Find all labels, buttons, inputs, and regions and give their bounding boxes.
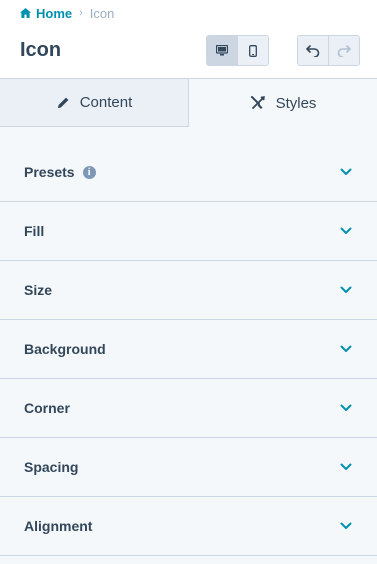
chevron-down-icon xyxy=(339,462,353,472)
redo-button[interactable] xyxy=(328,36,359,65)
section-fill[interactable]: Fill xyxy=(0,202,377,261)
section-label: Fill xyxy=(24,223,45,239)
mobile-view-button[interactable] xyxy=(237,36,268,65)
undo-button[interactable] xyxy=(298,36,328,65)
history-controls xyxy=(297,35,360,66)
breadcrumb: Home › Icon xyxy=(20,5,115,21)
section-spacing[interactable]: Spacing xyxy=(0,438,377,497)
tab-content-label: Content xyxy=(79,94,133,111)
redo-icon xyxy=(337,44,351,57)
chevron-right-icon: › xyxy=(79,7,83,19)
section-alignment[interactable]: Alignment xyxy=(0,497,377,556)
section-size[interactable]: Size xyxy=(0,261,377,320)
tab-content[interactable]: Content xyxy=(0,79,189,127)
brush-icon xyxy=(250,96,265,109)
breadcrumb-home-link[interactable]: Home xyxy=(20,6,72,21)
chevron-down-icon xyxy=(339,403,353,413)
breadcrumb-current: Icon xyxy=(89,5,115,21)
section-label: Alignment xyxy=(24,518,93,534)
chevron-down-icon xyxy=(339,285,353,295)
section-corner[interactable]: Corner xyxy=(0,379,377,438)
chevron-down-icon xyxy=(339,226,353,236)
tab-styles-label: Styles xyxy=(275,94,317,112)
style-sections: Presets i Fill Size Background Corner Sp… xyxy=(0,143,377,556)
chevron-down-icon xyxy=(339,521,353,531)
desktop-view-button[interactable] xyxy=(207,36,237,65)
info-icon[interactable]: i xyxy=(82,165,96,179)
page-title: Icon xyxy=(20,39,62,61)
chevron-down-icon xyxy=(339,167,353,177)
home-icon xyxy=(20,8,31,18)
section-label: Background xyxy=(24,341,106,357)
tab-styles[interactable]: Styles xyxy=(189,79,377,127)
undo-icon xyxy=(306,44,320,57)
editor-header: Home › Icon Icon xyxy=(0,0,377,78)
section-label: Size xyxy=(24,282,53,298)
sidebar-tabs: Content Styles xyxy=(0,78,377,127)
breadcrumb-home-label: Home xyxy=(36,5,73,21)
mobile-icon xyxy=(249,44,257,57)
section-label: Corner xyxy=(24,400,70,416)
section-label: Spacing xyxy=(24,459,79,475)
desktop-icon xyxy=(216,45,228,56)
section-presets[interactable]: Presets i xyxy=(0,143,377,202)
device-toggle xyxy=(206,35,269,66)
pencil-icon xyxy=(57,97,69,108)
section-background[interactable]: Background xyxy=(0,320,377,379)
section-label: Presets xyxy=(24,164,75,180)
chevron-down-icon xyxy=(339,344,353,354)
